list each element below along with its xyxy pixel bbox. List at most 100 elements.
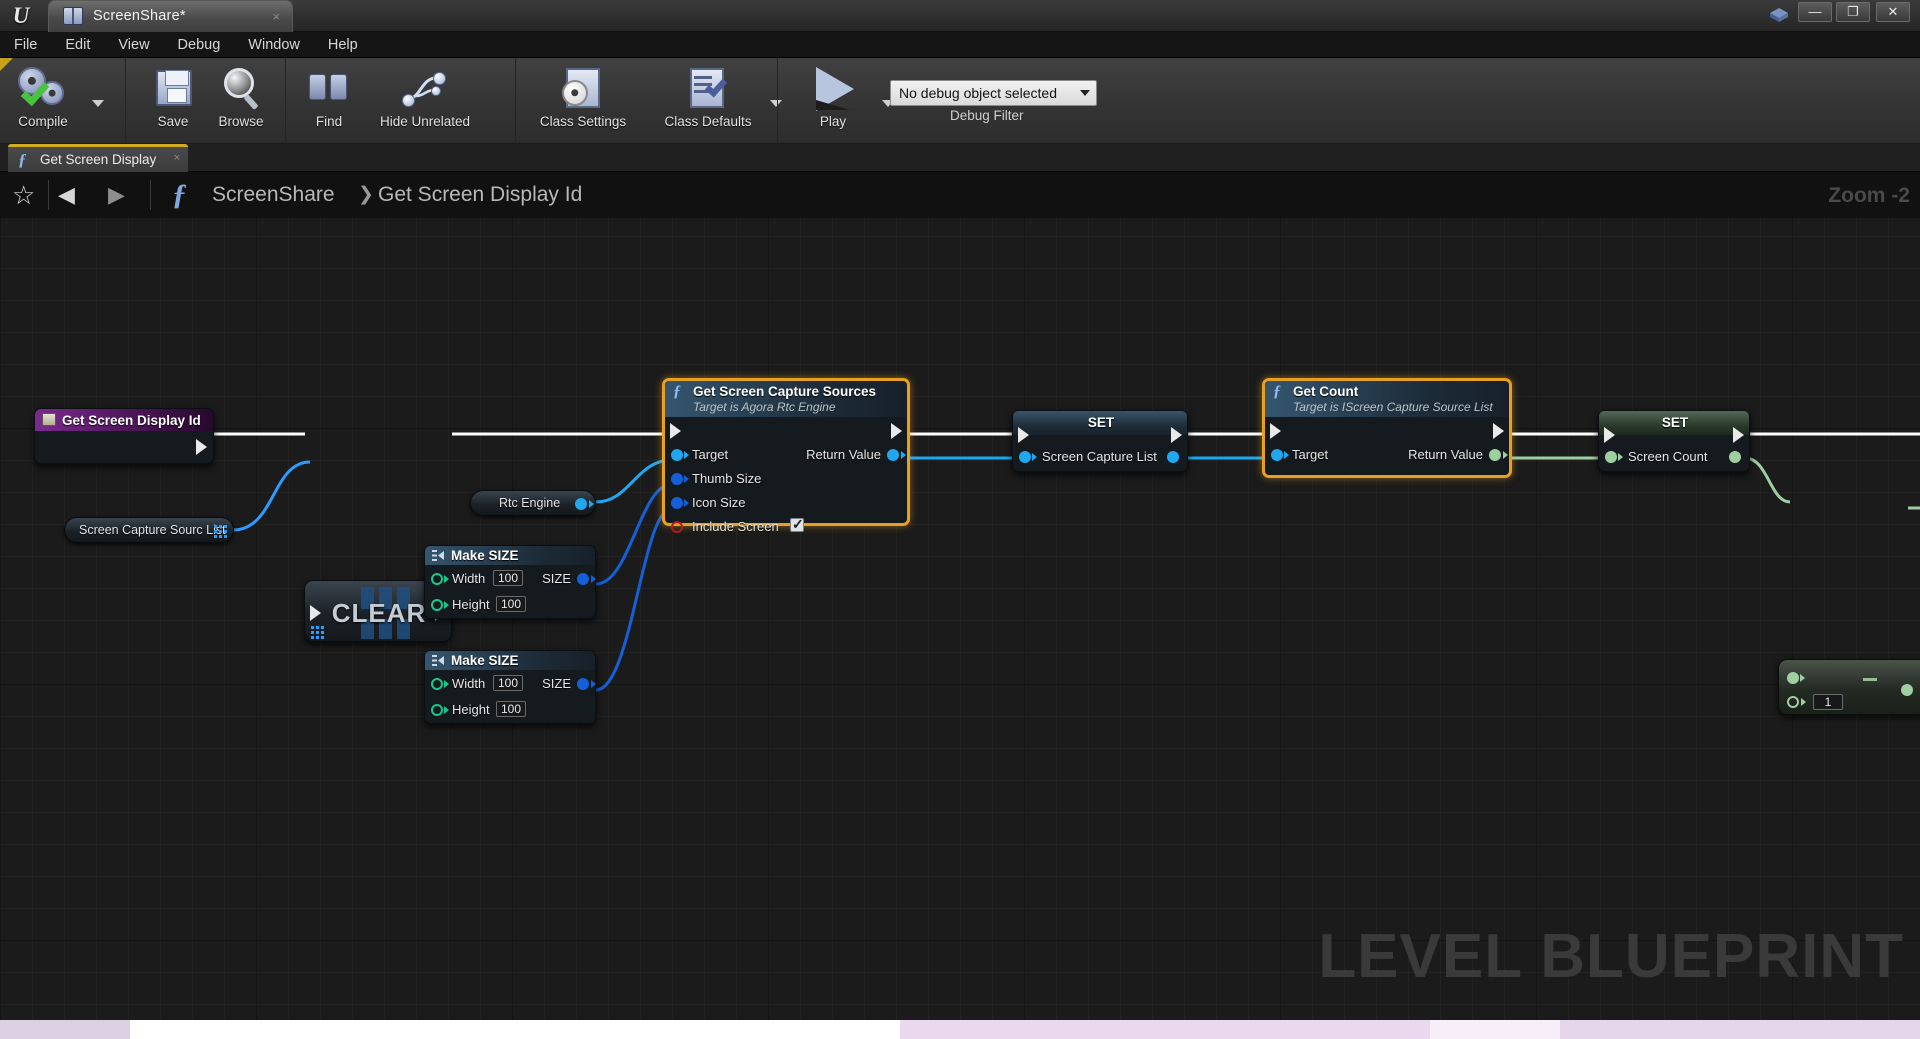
exec-output-pin[interactable]: [1171, 427, 1182, 443]
node-header: ƒ Get Screen Capture Sources Target is A…: [665, 381, 907, 417]
browse-button[interactable]: Browse: [198, 62, 284, 140]
target-input-pin[interactable]: [1271, 449, 1283, 461]
screen-count-input-pin[interactable]: [1605, 451, 1617, 463]
node-get-count[interactable]: ƒ Get Count Target is IScreen Capture So…: [1262, 378, 1512, 478]
operand-b-input-pin[interactable]: [1787, 696, 1799, 708]
graph-watermark: LEVEL BLUEPRINT: [1318, 922, 1904, 991]
node-get-screen-capture-sourc-list[interactable]: Screen Capture Sourc List: [64, 517, 234, 543]
node-make-size-1[interactable]: Make SIZE Width 100 Height 100 SIZE: [424, 545, 596, 619]
favorite-star-icon[interactable]: ☆: [12, 182, 38, 208]
breadcrumb-root[interactable]: ScreenShare: [212, 183, 335, 207]
menu-debug[interactable]: Debug: [164, 32, 235, 58]
node-set-screen-count[interactable]: SET Screen Count: [1598, 410, 1750, 472]
window-minimize-button[interactable]: —: [1798, 2, 1832, 22]
pin-arrow-icon: [1284, 451, 1289, 459]
size-output-pin[interactable]: [577, 678, 589, 690]
nav-forward-icon[interactable]: ▶: [108, 184, 125, 206]
window-maximize-button[interactable]: ❐: [1836, 2, 1870, 22]
screen-capture-list-output-pin[interactable]: [1167, 451, 1179, 463]
compile-dropdown-caret-icon[interactable]: [92, 100, 104, 107]
graph-tab-strip: ƒ Get Screen Display ×: [0, 144, 1920, 172]
document-tab-close-icon[interactable]: ×: [272, 9, 280, 24]
menu-help[interactable]: Help: [314, 32, 372, 58]
exec-input-pin[interactable]: [1018, 427, 1029, 443]
node-make-size-2[interactable]: Make SIZE Width 100 Height 100 SIZE: [424, 650, 596, 724]
height-input-field[interactable]: 100: [496, 596, 527, 612]
width-input-field[interactable]: 100: [493, 570, 524, 586]
class-defaults-button[interactable]: Class Defaults: [646, 62, 770, 140]
size-output-label: SIZE: [542, 571, 571, 586]
return-value-output-pin[interactable]: [887, 449, 899, 461]
menu-view[interactable]: View: [104, 32, 163, 58]
height-input-pin[interactable]: [431, 599, 443, 611]
height-input-pin[interactable]: [431, 704, 443, 716]
document-tab-screenshare[interactable]: ScreenShare* ×: [48, 0, 293, 32]
array-output-pin[interactable]: [214, 525, 227, 538]
node-subtract[interactable]: 1: [1778, 659, 1920, 715]
node-set-screen-capture-list[interactable]: SET Screen Capture List: [1012, 410, 1188, 472]
return-value-output-pin[interactable]: [1489, 449, 1501, 461]
node-header: ƒ Get Count Target is IScreen Capture So…: [1265, 381, 1509, 417]
width-input-pin[interactable]: [431, 573, 443, 585]
operand-b-value-field[interactable]: 1: [1813, 694, 1843, 710]
document-tab-title: ScreenShare*: [93, 8, 186, 24]
blueprint-graph-canvas[interactable]: Get Screen Display Id Screen Capture Sou…: [0, 172, 1920, 1020]
play-button[interactable]: Play: [790, 62, 876, 140]
node-get-screen-capture-sources[interactable]: ƒ Get Screen Capture Sources Target is A…: [662, 378, 910, 534]
nav-back-icon[interactable]: ◀: [58, 184, 75, 206]
menu-file[interactable]: File: [0, 32, 51, 58]
result-output-pin[interactable]: [1901, 684, 1913, 696]
debug-object-select[interactable]: No debug object selected: [890, 80, 1097, 106]
exec-input-pin[interactable]: [1270, 423, 1281, 439]
node-title: Get Screen Capture Sources: [693, 384, 877, 399]
return-value-label: Return Value: [1408, 447, 1483, 462]
exec-output-pin[interactable]: [891, 423, 902, 439]
screen-capture-list-label: Screen Capture List: [1042, 449, 1157, 464]
compile-button[interactable]: Compile: [0, 62, 86, 140]
exec-input-pin[interactable]: [670, 423, 681, 439]
include-screen-checkbox[interactable]: [790, 516, 804, 533]
menu-window[interactable]: Window: [234, 32, 314, 58]
screen-capture-list-input-pin[interactable]: [1019, 451, 1031, 463]
height-input-field[interactable]: 100: [496, 701, 527, 717]
function-fx-icon: ƒ: [673, 383, 681, 400]
pin-arrow-icon: [1503, 451, 1508, 459]
width-input-field[interactable]: 100: [493, 675, 524, 691]
target-input-pin[interactable]: [671, 449, 683, 461]
debug-object-caret-icon[interactable]: [1080, 90, 1090, 96]
breadcrumb-leaf[interactable]: Get Screen Display Id: [378, 183, 582, 207]
screen-count-output-pin[interactable]: [1729, 451, 1741, 463]
exec-output-pin[interactable]: [196, 439, 207, 455]
operand-a-input-pin[interactable]: [1787, 672, 1799, 684]
pin-arrow-icon: [1801, 698, 1806, 706]
node-get-rtc-engine[interactable]: Rtc Engine: [470, 490, 596, 516]
thumb-size-label: Thumb Size: [692, 471, 762, 486]
pin-arrow-icon: [444, 575, 449, 583]
exec-output-pin[interactable]: [1733, 427, 1744, 443]
object-output-pin[interactable]: [575, 498, 587, 510]
icon-size-input-pin[interactable]: [671, 497, 683, 509]
compile-label: Compile: [18, 114, 68, 129]
menu-edit[interactable]: Edit: [51, 32, 104, 58]
height-label: Height: [452, 702, 490, 717]
function-fx-icon: ƒ: [18, 150, 27, 169]
app-badge-icon: [1768, 5, 1790, 27]
node-get-screen-display-id[interactable]: Get Screen Display Id: [34, 408, 214, 464]
size-output-pin[interactable]: [577, 573, 589, 585]
exec-input-pin[interactable]: [1604, 427, 1615, 443]
width-input-pin[interactable]: [431, 678, 443, 690]
pin-arrow-icon: [444, 680, 449, 688]
tab-get-screen-display[interactable]: ƒ Get Screen Display ×: [8, 144, 188, 172]
include-screen-input-pin[interactable]: [671, 521, 683, 533]
class-defaults-icon: [646, 62, 770, 114]
node-title: SET: [1087, 415, 1115, 430]
window-close-button[interactable]: ✕: [1876, 2, 1910, 22]
hide-unrelated-button[interactable]: Hide Unrelated: [360, 62, 490, 140]
make-struct-icon: [431, 549, 445, 567]
node-subtitle: Target is IScreen Capture Source List: [1293, 400, 1493, 414]
pin-arrow-icon: [589, 500, 594, 508]
graph-tab-close-icon[interactable]: ×: [174, 152, 180, 164]
exec-output-pin[interactable]: [1493, 423, 1504, 439]
thumb-size-input-pin[interactable]: [671, 473, 683, 485]
class-settings-button[interactable]: Class Settings: [524, 62, 642, 140]
